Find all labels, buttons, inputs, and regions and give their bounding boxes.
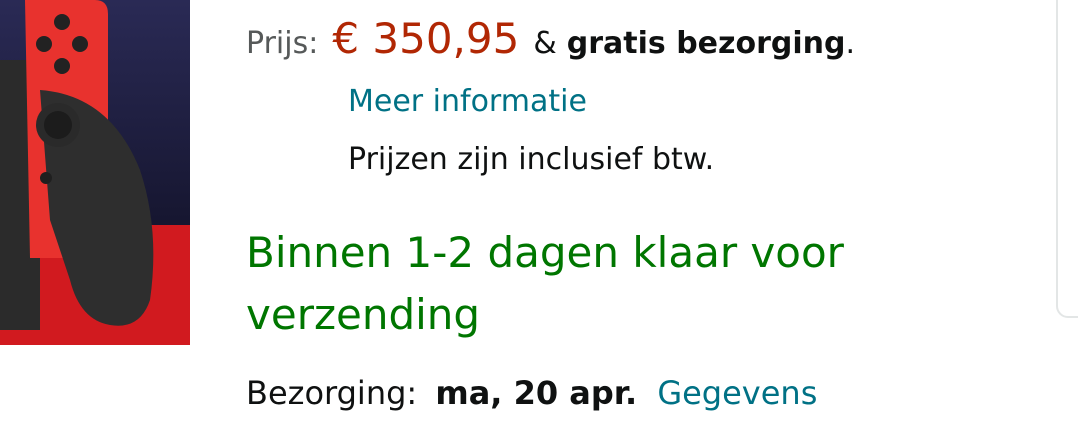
price-period: .	[845, 26, 856, 61]
price-ampersand: &	[533, 26, 557, 61]
delivery-row: Bezorging: ma, 20 apr. Gegevens	[246, 374, 817, 412]
availability-status: Binnen 1-2 dagen klaar voor verzending	[246, 228, 844, 339]
product-image[interactable]	[0, 0, 200, 380]
price-label: Prijs:	[246, 26, 319, 61]
delivery-date: ma, 20 apr.	[435, 374, 638, 412]
game-console-product-image	[0, 0, 200, 380]
vat-note: Prijzen zijn inclusief btw.	[348, 142, 715, 177]
price-row: Prijs: € 350,95 & gratis bezorging .	[246, 14, 855, 63]
free-shipping-text: gratis bezorging	[566, 26, 846, 61]
more-info-link[interactable]: Meer informatie	[348, 84, 587, 119]
side-card	[1056, 0, 1078, 318]
delivery-details-link[interactable]: Gegevens	[657, 374, 817, 412]
price-amount: € 350,95	[332, 14, 520, 63]
delivery-label: Bezorging:	[246, 374, 418, 412]
